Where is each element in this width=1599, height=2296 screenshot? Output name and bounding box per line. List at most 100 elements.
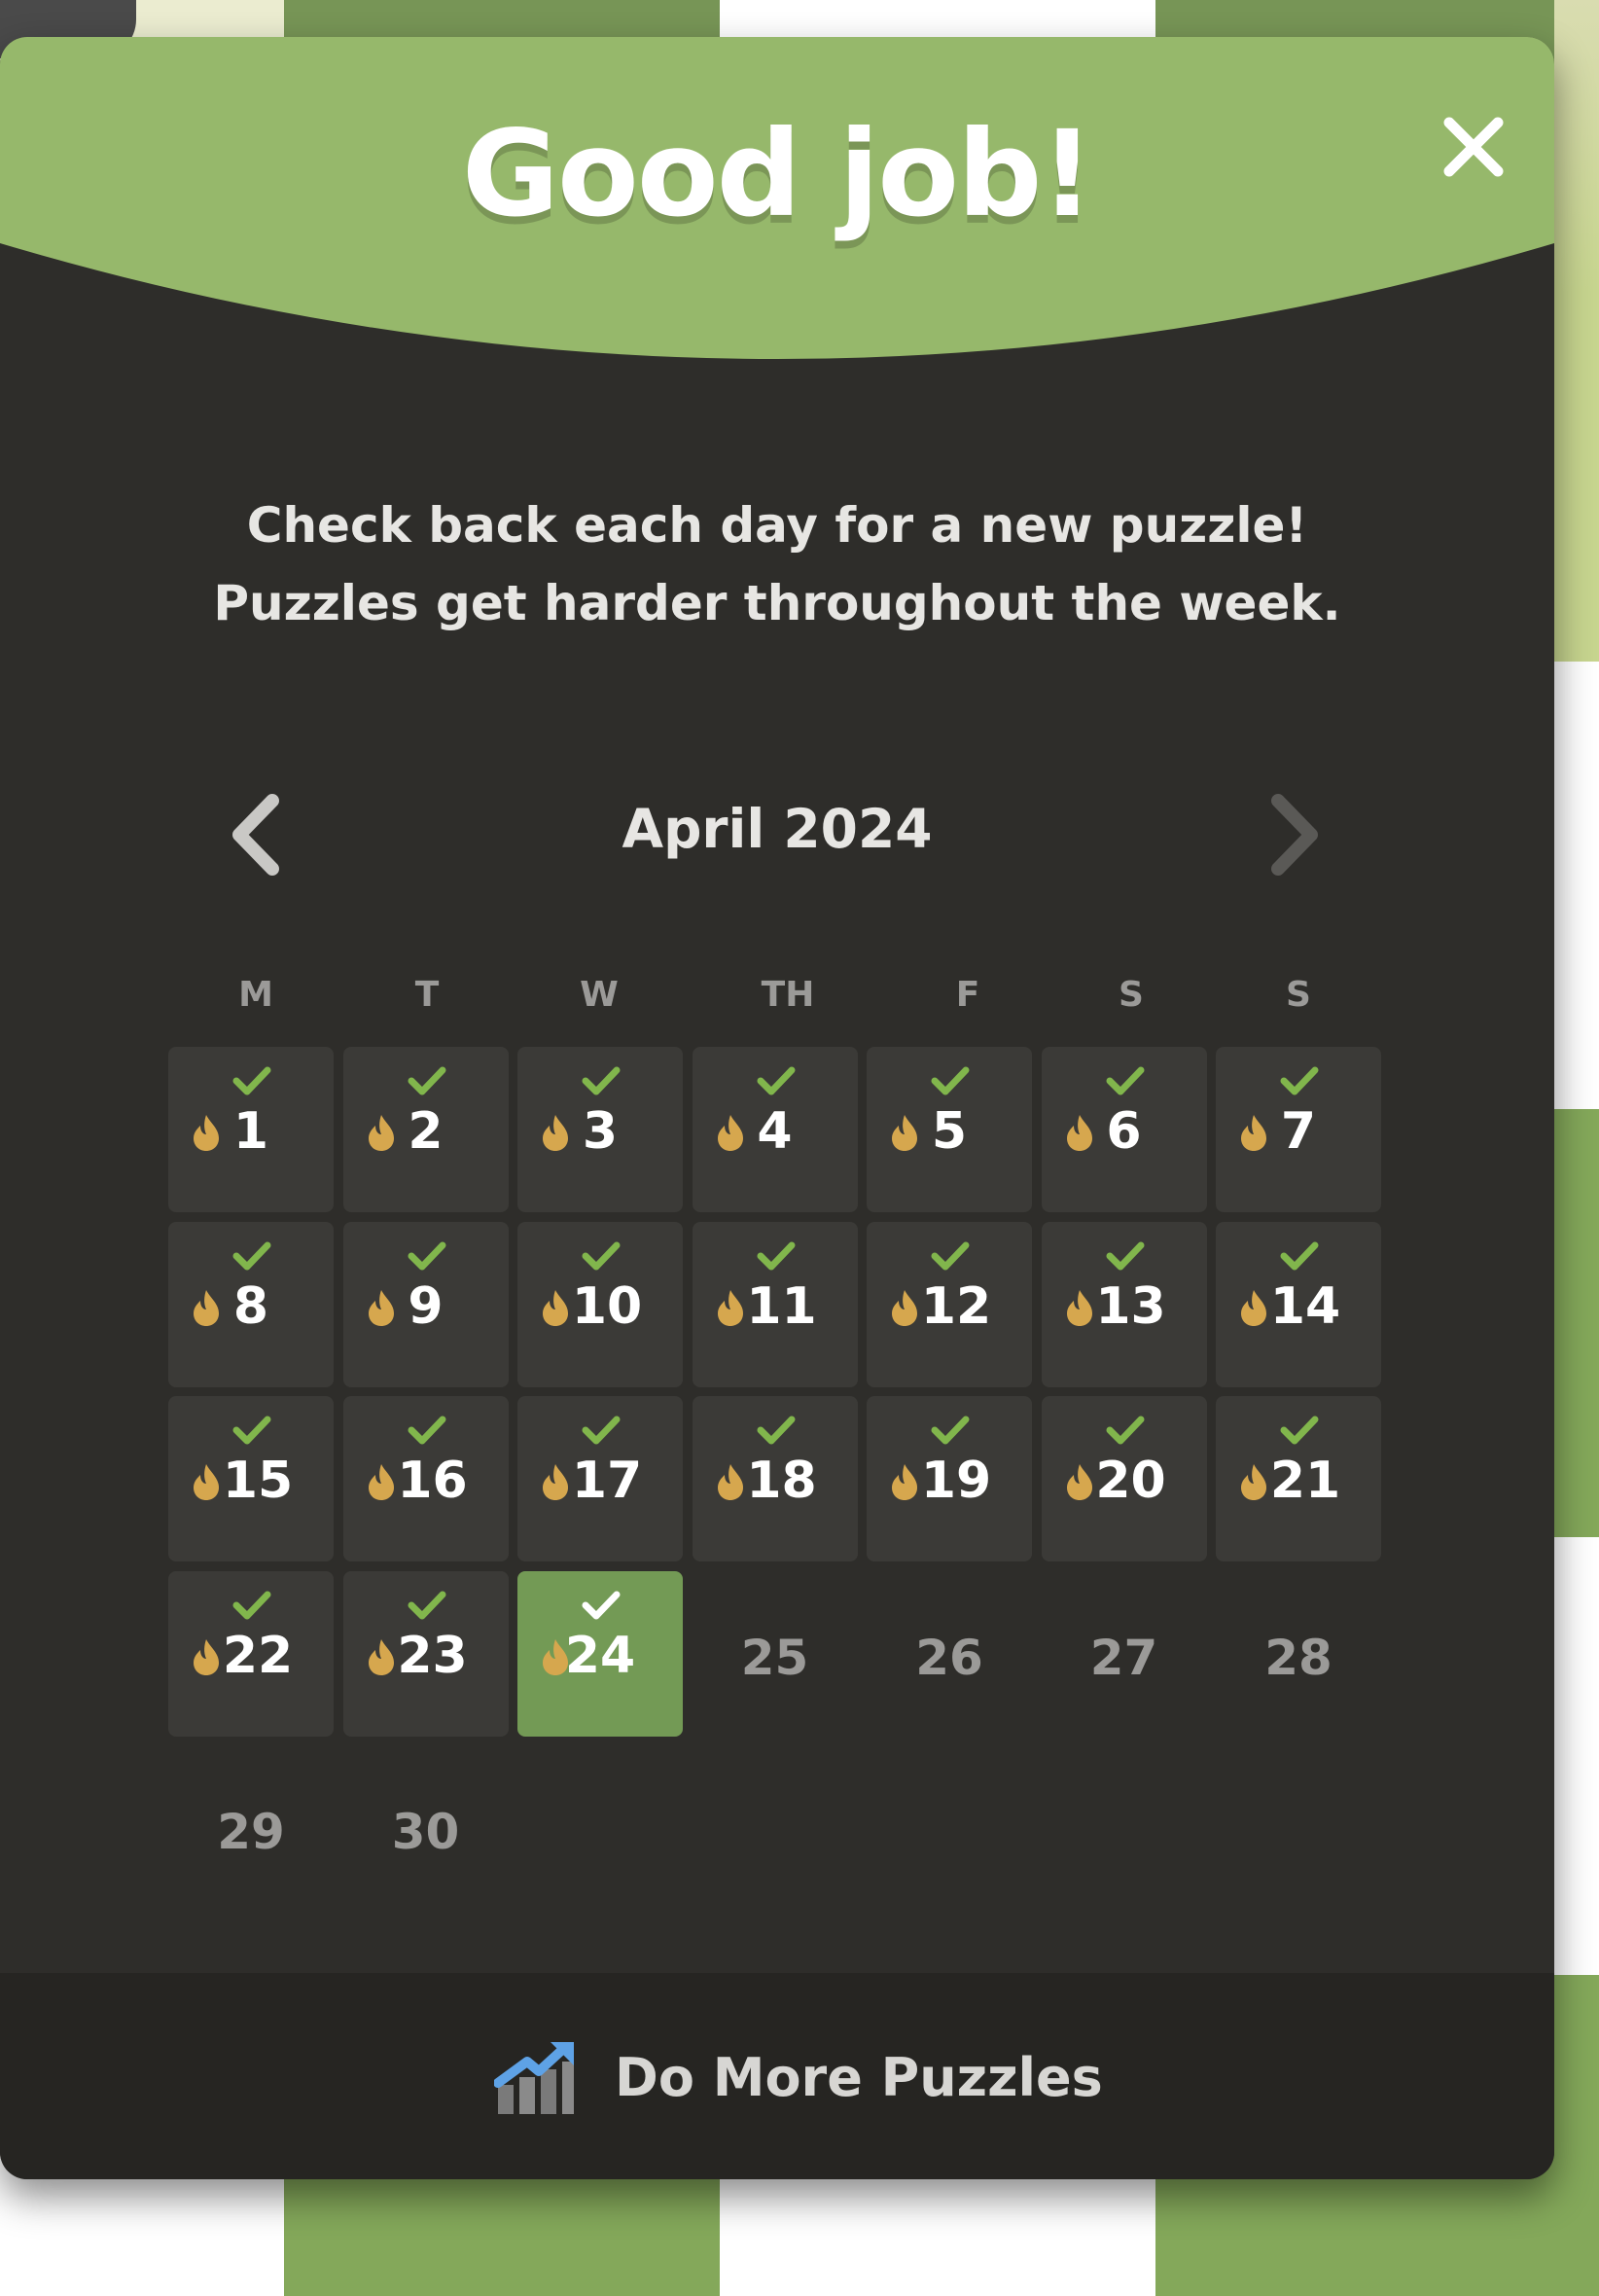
calendar-day-2[interactable]: 2 <box>342 1047 509 1212</box>
day-number: 28 <box>1264 1629 1332 1686</box>
day-number: 2 <box>408 1102 444 1161</box>
check-icon <box>581 1589 622 1622</box>
calendar-day-29[interactable]: 29 <box>168 1745 334 1911</box>
calendar-day-6[interactable]: 6 <box>1041 1047 1207 1212</box>
calendar-day-22[interactable]: 22 <box>168 1570 334 1737</box>
check-icon <box>1105 1064 1146 1097</box>
check-icon <box>581 1414 622 1447</box>
calendar-day-23[interactable]: 23 <box>342 1570 509 1737</box>
day-number: 5 <box>931 1102 968 1161</box>
calendar-day-27[interactable]: 27 <box>1042 1571 1207 1737</box>
calendar-day-14[interactable]: 14 <box>1216 1221 1381 1387</box>
check-icon <box>756 1064 797 1097</box>
calendar-day-28[interactable]: 28 <box>1216 1571 1381 1737</box>
check-icon <box>407 1239 447 1273</box>
calendar-day-9[interactable]: 9 <box>342 1221 509 1387</box>
calendar-day-13[interactable]: 13 <box>1041 1221 1207 1387</box>
check-icon <box>1279 1064 1320 1097</box>
do-more-puzzles-button[interactable]: Do More Puzzles <box>494 2033 1103 2121</box>
check-icon <box>581 1064 622 1097</box>
day-number: 7 <box>1280 1102 1317 1161</box>
day-number: 1 <box>232 1102 269 1161</box>
calendar-day-15[interactable]: 15 <box>168 1396 334 1561</box>
day-number: 23 <box>397 1626 468 1685</box>
day-number: 12 <box>920 1276 992 1336</box>
day-number: 3 <box>582 1102 619 1161</box>
weekday-label: S <box>1119 975 1144 1015</box>
weekday-label: M <box>238 975 273 1015</box>
subtitle-line-1: Check back each day for a new puzzle! <box>246 497 1308 554</box>
day-number: 26 <box>915 1629 983 1686</box>
calendar-day-12[interactable]: 12 <box>867 1221 1032 1387</box>
calendar-day-10[interactable]: 10 <box>517 1221 683 1387</box>
weekday-label: T <box>414 975 440 1015</box>
prev-month-button[interactable] <box>222 791 290 879</box>
modal-subtitle: Check back each day for a new puzzle! Pu… <box>0 486 1554 642</box>
check-icon <box>231 1239 272 1273</box>
weekday-label: S <box>1286 975 1311 1015</box>
trending-chart-icon <box>494 2042 574 2114</box>
weekday-label: F <box>955 975 980 1015</box>
day-number: 8 <box>232 1276 269 1336</box>
day-number: 25 <box>740 1629 809 1686</box>
day-number: 9 <box>408 1276 444 1336</box>
calendar-day-4[interactable]: 4 <box>692 1047 858 1212</box>
day-number: 19 <box>920 1452 992 1510</box>
check-icon <box>581 1239 622 1273</box>
calendar-day-7[interactable]: 7 <box>1216 1047 1381 1212</box>
modal-footer: Do More Puzzles <box>0 1973 1554 2179</box>
day-number: 11 <box>746 1276 817 1336</box>
day-number: 27 <box>1089 1629 1158 1686</box>
check-icon <box>930 1414 971 1447</box>
chevron-right-icon <box>1271 794 1318 876</box>
calendar-day-16[interactable]: 16 <box>342 1396 509 1561</box>
day-number: 14 <box>1269 1276 1341 1336</box>
subtitle-line-2: Puzzles get harder throughout the week. <box>213 575 1341 631</box>
next-month-button[interactable] <box>1261 791 1329 879</box>
check-icon <box>930 1239 971 1273</box>
check-icon <box>231 1064 272 1097</box>
check-icon <box>231 1414 272 1447</box>
do-more-puzzles-label: Do More Puzzles <box>615 2046 1103 2108</box>
calendar-day-24[interactable]: 24 <box>517 1570 683 1737</box>
day-number: 22 <box>222 1626 294 1685</box>
check-icon <box>1105 1239 1146 1273</box>
check-icon <box>1279 1239 1320 1273</box>
check-icon <box>930 1064 971 1097</box>
daily-puzzle-modal: Good job! Check back each day for a new … <box>0 37 1554 2179</box>
calendar-day-1[interactable]: 1 <box>168 1047 334 1212</box>
close-icon <box>1443 117 1504 177</box>
day-number: 10 <box>571 1276 643 1336</box>
day-number: 15 <box>222 1452 294 1510</box>
calendar-day-3[interactable]: 3 <box>517 1047 683 1212</box>
day-number: 4 <box>757 1102 793 1161</box>
check-icon <box>407 1064 447 1097</box>
check-icon <box>1105 1414 1146 1447</box>
check-icon <box>756 1239 797 1273</box>
calendar-day-26[interactable]: 26 <box>867 1571 1032 1737</box>
check-icon <box>231 1589 272 1622</box>
calendar-day-18[interactable]: 18 <box>692 1396 858 1561</box>
day-number: 20 <box>1095 1452 1166 1510</box>
month-label: April 2024 <box>622 798 933 860</box>
day-number: 6 <box>1106 1102 1142 1161</box>
calendar-day-5[interactable]: 5 <box>867 1047 1032 1212</box>
day-number: 16 <box>397 1452 468 1510</box>
calendar-day-11[interactable]: 11 <box>692 1221 858 1387</box>
check-icon <box>1279 1414 1320 1447</box>
check-icon <box>407 1414 447 1447</box>
check-icon <box>756 1414 797 1447</box>
day-number: 18 <box>746 1452 817 1510</box>
calendar-day-21[interactable]: 21 <box>1216 1396 1381 1561</box>
day-number: 13 <box>1095 1276 1166 1336</box>
day-number: 21 <box>1269 1452 1341 1510</box>
day-number: 24 <box>564 1626 636 1685</box>
calendar-day-20[interactable]: 20 <box>1041 1396 1207 1561</box>
day-number: 30 <box>391 1804 460 1860</box>
calendar-day-8[interactable]: 8 <box>168 1221 334 1387</box>
close-button[interactable] <box>1438 111 1510 183</box>
calendar-day-17[interactable]: 17 <box>517 1396 683 1561</box>
calendar-day-19[interactable]: 19 <box>867 1396 1032 1561</box>
calendar-day-25[interactable]: 25 <box>693 1571 858 1737</box>
calendar-day-30[interactable]: 30 <box>343 1745 509 1911</box>
